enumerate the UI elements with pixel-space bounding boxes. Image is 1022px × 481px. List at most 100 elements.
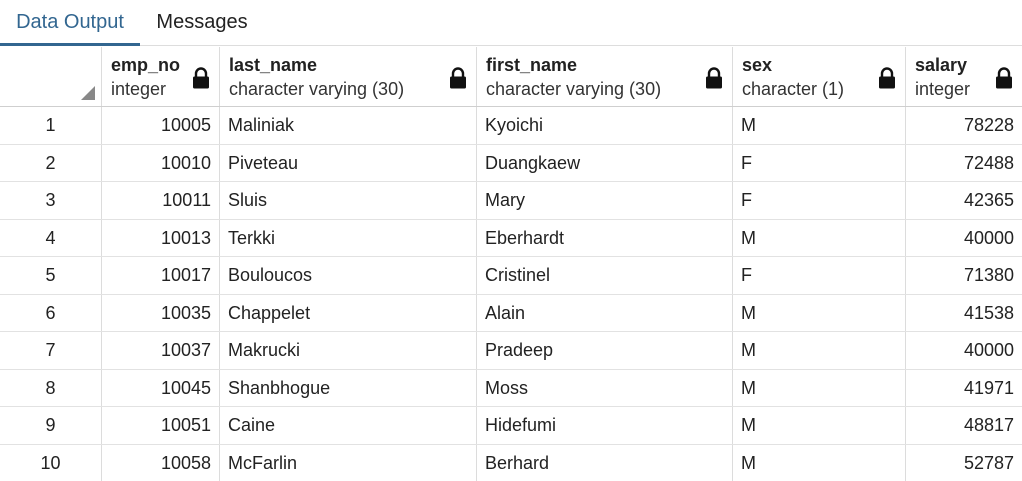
cell-value: 10010 — [160, 152, 211, 173]
cell-first-name[interactable]: Berhard — [477, 444, 733, 481]
cell-value: Bouloucos — [228, 265, 313, 285]
cell-value: 41538 — [963, 302, 1014, 323]
cell-value: F — [741, 152, 752, 173]
cell-value: 41971 — [963, 377, 1014, 398]
row-number[interactable]: 8 — [0, 369, 102, 406]
cell-value: 10058 — [160, 452, 211, 473]
table-row[interactable]: 9 10051 Caine Hidefumi M 48817 — [0, 407, 1022, 445]
column-type: integer — [111, 79, 167, 99]
cell-sex[interactable]: F — [733, 144, 906, 181]
cell-first-name[interactable]: Cristinel — [477, 257, 733, 294]
cell-emp-no[interactable]: 10013 — [102, 219, 220, 256]
cell-sex[interactable]: M — [733, 369, 906, 406]
column-name: emp_no — [111, 55, 181, 75]
cell-sex[interactable]: M — [733, 444, 906, 481]
cell-emp-no[interactable]: 10017 — [102, 257, 220, 294]
cell-last-name[interactable]: Terkki — [220, 219, 477, 256]
cell-value: 10013 — [160, 227, 211, 248]
cell-emp-no[interactable]: 10037 — [102, 332, 220, 369]
cell-sex[interactable]: M — [733, 332, 906, 369]
table-row[interactable]: 1 10005 Maliniak Kyoichi M 78228 — [0, 107, 1022, 145]
cell-last-name[interactable]: McFarlin — [220, 444, 477, 481]
cell-salary[interactable]: 72488 — [906, 145, 1022, 182]
cell-salary[interactable]: 78228 — [906, 107, 1022, 144]
cell-value: F — [741, 265, 752, 285]
row-number[interactable]: 6 — [0, 294, 102, 331]
cell-sex[interactable]: M — [733, 219, 906, 256]
cell-sex[interactable]: F — [733, 257, 906, 294]
cell-salary[interactable]: 40000 — [906, 332, 1022, 369]
column-type: character (1) — [742, 79, 845, 99]
cell-emp-no[interactable]: 10010 — [102, 144, 220, 181]
column-name: first_name — [486, 55, 578, 75]
cell-emp-no[interactable]: 10011 — [102, 182, 220, 219]
cell-emp-no[interactable]: 10005 — [102, 107, 220, 144]
table-row[interactable]: 5 10017 Bouloucos Cristinel F 71380 — [0, 257, 1022, 295]
row-number[interactable]: 10 — [0, 444, 102, 481]
table-row[interactable]: 10 10058 McFarlin Berhard M 52787 — [0, 444, 1022, 481]
column-header-salary[interactable]: salary integer — [906, 47, 1022, 106]
cell-first-name[interactable]: Eberhardt — [477, 219, 733, 256]
cell-last-name[interactable]: Chappelet — [220, 294, 477, 331]
column-header-last-name[interactable]: last_name character varying (30) — [220, 47, 477, 106]
table-row[interactable]: 6 10035 Chappelet Alain M 41538 — [0, 294, 1022, 332]
cell-first-name[interactable]: Duangkaew — [477, 144, 733, 181]
table-row[interactable]: 7 10037 Makrucki Pradeep M 40000 — [0, 332, 1022, 370]
cell-emp-no[interactable]: 10051 — [102, 407, 220, 444]
cell-first-name[interactable]: Kyoichi — [477, 107, 733, 144]
row-number-label: 10 — [40, 452, 61, 473]
tab-messages[interactable]: Messages — [140, 0, 264, 46]
cell-first-name[interactable]: Pradeep — [477, 332, 733, 369]
cell-sex[interactable]: M — [733, 294, 906, 331]
cell-sex[interactable]: M — [733, 407, 906, 444]
column-header-first-name[interactable]: first_name character varying (30) — [477, 47, 733, 106]
cell-value: 10051 — [160, 415, 211, 435]
cell-value: Piveteau — [228, 152, 299, 173]
cell-value: Makrucki — [228, 340, 301, 360]
cell-sex[interactable]: F — [733, 182, 906, 219]
cell-first-name[interactable]: Moss — [477, 369, 733, 406]
cell-salary[interactable]: 42365 — [906, 182, 1022, 219]
row-number[interactable]: 1 — [0, 107, 102, 144]
select-all-corner[interactable] — [0, 47, 102, 106]
cell-emp-no[interactable]: 10058 — [102, 444, 220, 481]
table-row[interactable]: 4 10013 Terkki Eberhardt M 40000 — [0, 219, 1022, 257]
column-type: integer — [915, 79, 971, 99]
row-number[interactable]: 2 — [0, 144, 102, 181]
cell-sex[interactable]: M — [733, 107, 906, 144]
row-number[interactable]: 4 — [0, 219, 102, 256]
cell-last-name[interactable]: Caine — [220, 407, 477, 444]
row-number[interactable]: 7 — [0, 332, 102, 369]
cell-emp-no[interactable]: 10035 — [102, 294, 220, 331]
cell-salary[interactable]: 71380 — [906, 257, 1022, 294]
cell-last-name[interactable]: Maliniak — [220, 107, 477, 144]
column-header-emp-no[interactable]: emp_no integer — [102, 47, 220, 106]
tab-data-output[interactable]: Data Output — [0, 0, 140, 46]
column-header-sex[interactable]: sex character (1) — [733, 47, 906, 106]
cell-salary[interactable]: 41971 — [906, 370, 1022, 407]
cell-last-name[interactable]: Bouloucos — [220, 257, 477, 294]
cell-value: Caine — [228, 415, 276, 435]
cell-last-name[interactable]: Piveteau — [220, 144, 477, 181]
grid-header-row: emp_no integer last_name character varyi… — [0, 47, 1022, 107]
row-number[interactable]: 5 — [0, 257, 102, 294]
row-number[interactable]: 9 — [0, 407, 102, 444]
row-number-label: 4 — [45, 227, 56, 248]
cell-value: Sluis — [228, 190, 268, 210]
cell-salary[interactable]: 40000 — [906, 220, 1022, 257]
cell-salary[interactable]: 41538 — [906, 295, 1022, 332]
cell-salary[interactable]: 48817 — [906, 407, 1022, 444]
cell-last-name[interactable]: Makrucki — [220, 332, 477, 369]
cell-last-name[interactable]: Shanbhogue — [220, 369, 477, 406]
cell-first-name[interactable]: Alain — [477, 294, 733, 331]
cell-first-name[interactable]: Hidefumi — [477, 407, 733, 444]
cell-salary[interactable]: 52787 — [906, 445, 1022, 481]
row-number[interactable]: 3 — [0, 182, 102, 219]
table-row[interactable]: 2 10010 Piveteau Duangkaew F 72488 — [0, 144, 1022, 182]
table-row[interactable]: 8 10045 Shanbhogue Moss M 41971 — [0, 369, 1022, 407]
cell-last-name[interactable]: Sluis — [220, 182, 477, 219]
cell-first-name[interactable]: Mary — [477, 182, 733, 219]
cell-value: F — [741, 190, 752, 210]
cell-emp-no[interactable]: 10045 — [102, 369, 220, 406]
table-row[interactable]: 3 10011 Sluis Mary F 42365 — [0, 182, 1022, 220]
